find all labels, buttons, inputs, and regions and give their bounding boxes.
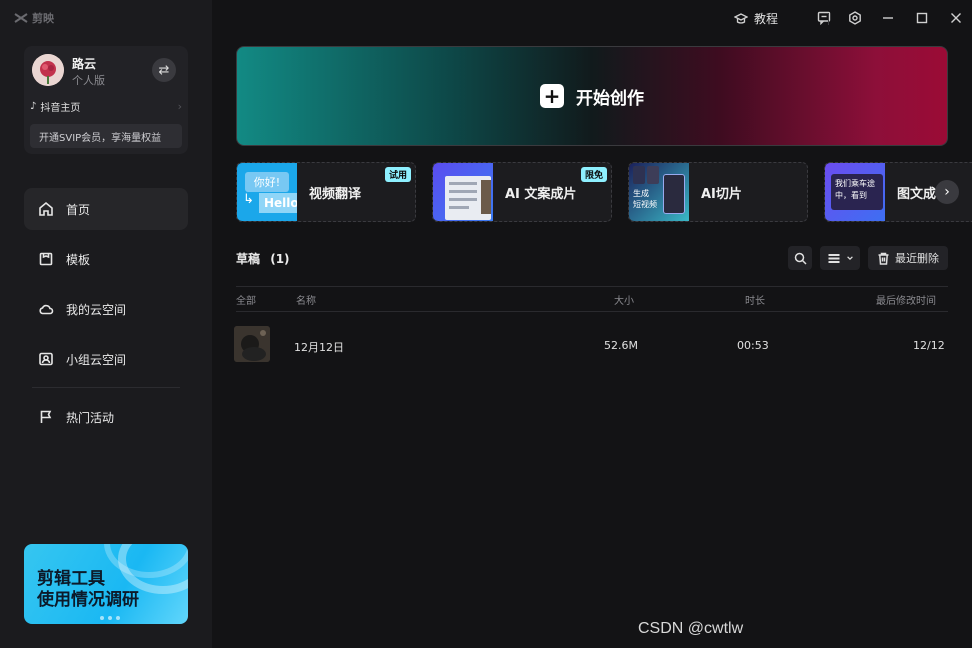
draft-modified: 12/12 <box>913 339 945 352</box>
list-divider <box>236 286 948 287</box>
group-cloud-icon <box>39 352 53 366</box>
feature-label: 视频翻译 <box>309 186 362 202</box>
nav-item-my-cloud[interactable]: 我的云空间 <box>24 288 188 330</box>
avatar[interactable] <box>32 54 64 86</box>
main-area: 教程 + 开始创作 你好! Hello ↳ 视频翻译 试用 AI 文案成片 限免… <box>212 0 972 648</box>
draft-name: 12月12日 <box>294 341 344 354</box>
titlebar-divider <box>828 13 829 25</box>
feature-label: 图文成 <box>897 186 937 202</box>
douyin-icon: ♪ <box>30 101 37 112</box>
feature-ai-script-video[interactable]: AI 文案成片 限免 <box>432 162 612 222</box>
maximize-button[interactable] <box>914 10 930 26</box>
feature-video-translate[interactable]: 你好! Hello ↳ 视频翻译 试用 <box>236 162 416 222</box>
nav-item-hot-events[interactable]: 热门活动 <box>24 396 188 438</box>
nav-divider <box>32 387 180 388</box>
column-all[interactable]: 全部 <box>236 292 256 307</box>
thumb-text-chinese: 你好! <box>245 172 289 192</box>
jianying-logo-icon <box>14 13 28 23</box>
start-creating-button[interactable]: + 开始创作 <box>236 46 948 146</box>
nav-item-label: 热门活动 <box>66 410 115 425</box>
recently-deleted-button[interactable]: 最近删除 <box>868 246 948 270</box>
watermark: CSDN @cwtlw <box>638 620 744 637</box>
feature-label: AI切片 <box>701 186 742 202</box>
trash-icon <box>878 252 889 265</box>
settings-button[interactable] <box>847 10 863 26</box>
start-creating-label: 开始创作 <box>576 88 644 109</box>
ai-script-thumbnail <box>433 163 493 221</box>
thumb-text-english: Hello <box>259 193 297 213</box>
thumb-text: 我们乘车途 中，看到 <box>835 179 875 200</box>
sidebar: 剪映 路云 个人版 ⇄ ♪ 抖音主页 › 开通SVIP会员，享海量权益 首页 模… <box>0 0 212 648</box>
drafts-label: 草稿 <box>236 252 261 266</box>
column-name[interactable]: 名称 <box>296 292 316 307</box>
trial-badge: 试用 <box>384 167 411 182</box>
thumb-text: 生成 短视频 <box>633 189 657 209</box>
app-logo-text: 剪映 <box>32 12 54 25</box>
chevron-right-icon: › <box>944 184 950 200</box>
nav-item-label: 小组云空间 <box>66 352 127 367</box>
draft-thumbnail[interactable] <box>234 326 270 362</box>
douyin-label: 抖音主页 <box>40 103 81 114</box>
flag-icon <box>40 410 52 423</box>
close-button[interactable] <box>948 10 964 26</box>
chevron-down-icon <box>846 256 853 261</box>
feedback-button[interactable] <box>816 10 832 26</box>
column-size[interactable]: 大小 <box>614 292 634 307</box>
template-icon <box>39 252 53 266</box>
nav-item-home[interactable]: 首页 <box>24 188 188 230</box>
feature-label: AI 文案成片 <box>505 186 577 202</box>
free-badge: 限免 <box>580 167 607 182</box>
minimize-button[interactable] <box>880 10 896 26</box>
swap-icon: ⇄ <box>158 62 170 78</box>
search-icon <box>794 252 807 265</box>
user-card: 路云 个人版 ⇄ ♪ 抖音主页 › 开通SVIP会员，享海量权益 <box>24 46 188 154</box>
column-modified[interactable]: 最后修改时间 <box>876 292 936 307</box>
douyin-homepage-link[interactable]: ♪ 抖音主页 › <box>30 99 182 114</box>
nav-item-label: 模板 <box>66 252 91 267</box>
nav-item-label: 我的云空间 <box>66 302 127 317</box>
nav-item-template[interactable]: 模板 <box>24 238 188 280</box>
arrow-icon: ↳ <box>243 192 254 207</box>
ai-clip-thumbnail: 生成 短视频 <box>629 163 689 221</box>
tutorial-button[interactable]: 教程 <box>734 10 778 27</box>
switch-account-button[interactable]: ⇄ <box>152 58 176 82</box>
video-translate-thumbnail: 你好! Hello ↳ <box>237 163 297 221</box>
titlebar: 教程 <box>212 0 972 36</box>
draft-duration: 00:53 <box>737 339 769 352</box>
list-divider <box>236 311 948 312</box>
graduation-cap-icon <box>734 12 748 24</box>
user-name: 路云 <box>72 57 97 71</box>
tutorial-label: 教程 <box>754 12 779 26</box>
carousel-dots[interactable] <box>100 616 120 620</box>
promo-title-line2: 使用情况调研 <box>37 590 139 610</box>
minimize-icon <box>883 17 893 19</box>
chevron-right-icon: › <box>177 100 182 113</box>
search-button[interactable] <box>788 246 812 270</box>
feature-ai-clip[interactable]: 生成 短视频 AI切片 <box>628 162 808 222</box>
nav-item-label: 首页 <box>66 202 91 217</box>
draft-size: 52.6M <box>604 339 638 352</box>
gear-icon <box>849 11 861 25</box>
view-mode-dropdown[interactable] <box>820 246 860 270</box>
nav-item-group-cloud[interactable]: 小组云空间 <box>24 338 188 380</box>
drafts-title: 草稿 (1) <box>236 250 290 267</box>
home-icon <box>39 201 53 216</box>
survey-promo-banner[interactable]: 剪辑工具 使用情况调研 <box>24 544 188 624</box>
scroll-right-button[interactable]: › <box>935 180 959 204</box>
image-text-thumbnail: 我们乘车途 中，看到 <box>825 163 885 221</box>
app-logo: 剪映 <box>14 10 54 26</box>
plus-icon: + <box>540 84 564 108</box>
column-duration[interactable]: 时长 <box>745 292 765 307</box>
user-plan: 个人版 <box>72 74 105 87</box>
svip-button[interactable]: 开通SVIP会员，享海量权益 <box>30 124 182 148</box>
maximize-icon <box>916 12 928 24</box>
cloud-icon <box>39 304 54 315</box>
drafts-count: (1) <box>270 252 290 266</box>
list-view-icon <box>828 253 839 263</box>
recently-deleted-label: 最近删除 <box>895 252 939 265</box>
close-icon <box>951 13 961 23</box>
